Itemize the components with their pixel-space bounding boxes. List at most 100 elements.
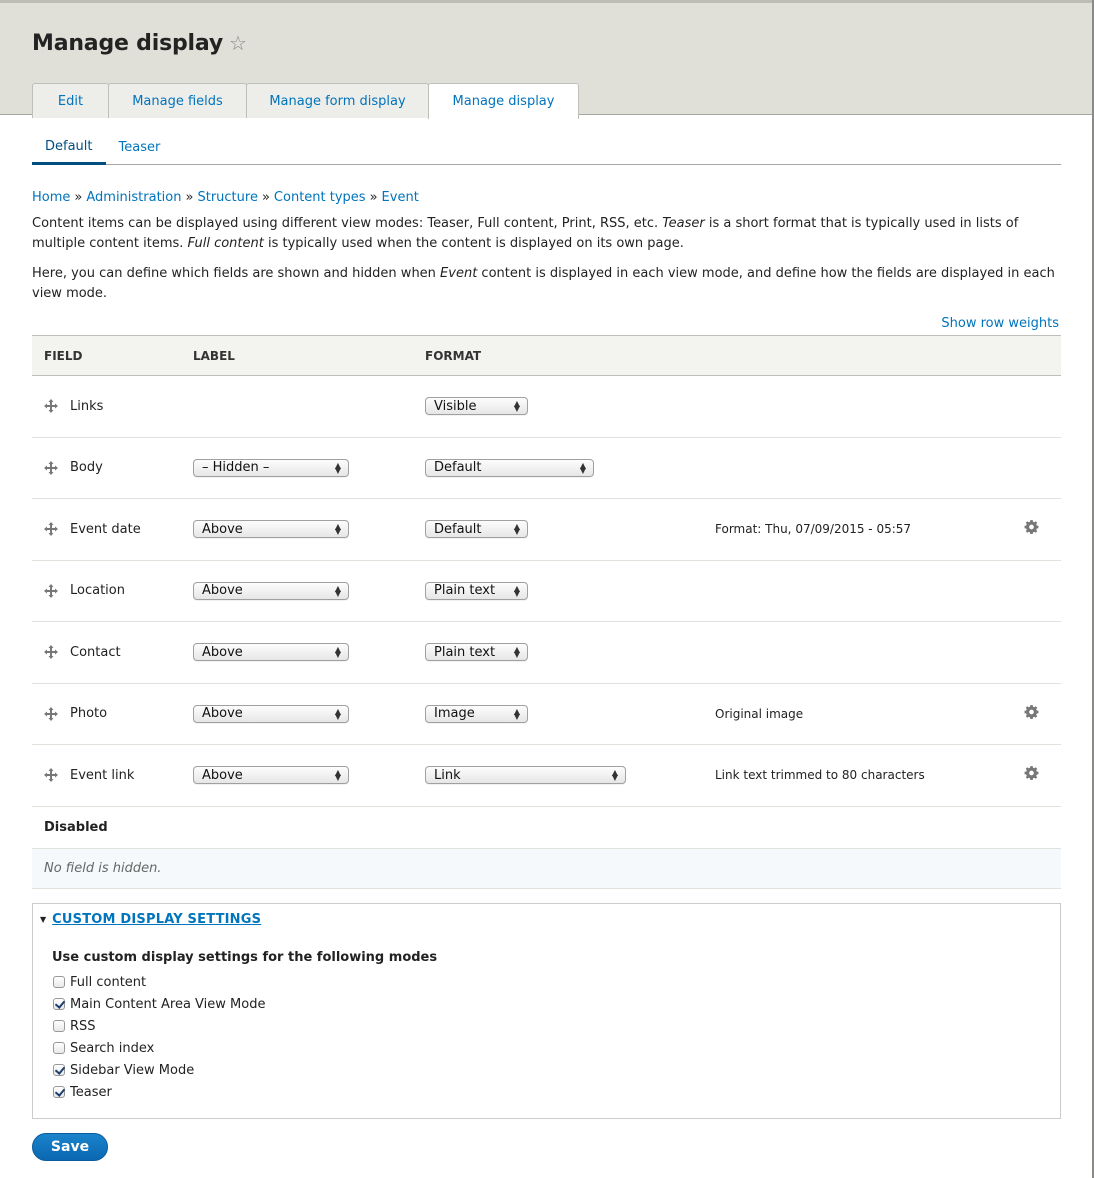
table-body: Links Visible ▲ ▼ Body – Hidden – ▲ ▼ Default ▲ ▼ E… bbox=[32, 376, 1061, 807]
triangle-down-icon: ▼ bbox=[40, 915, 47, 924]
table-row: Links Visible ▲ ▼ bbox=[32, 376, 1061, 438]
field-name: Location bbox=[70, 583, 125, 599]
view-mode-checkbox-item[interactable]: Sidebar View Mode bbox=[53, 1059, 265, 1081]
checkbox-checked[interactable] bbox=[53, 1086, 65, 1098]
label-select-value: Above bbox=[202, 521, 243, 537]
custom-display-settings-summary[interactable]: ▼ CUSTOM DISPLAY SETTINGS bbox=[40, 912, 261, 927]
breadcrumb-administration[interactable]: Administration bbox=[86, 190, 181, 205]
page-title: Manage display ☆ bbox=[32, 31, 247, 56]
breadcrumb-separator: » bbox=[369, 190, 378, 205]
drag-handle-icon[interactable] bbox=[32, 583, 70, 598]
formatter-summary: Format: Thu, 07/09/2015 - 05:57 bbox=[715, 522, 912, 537]
format-select-value: Default bbox=[434, 521, 482, 537]
field-display-table: FIELD LABEL FORMAT Links Visible ▲ ▼ Body – H… bbox=[32, 335, 1061, 889]
select-arrows-icon: ▲ ▼ bbox=[513, 645, 520, 660]
tab-manage-fields[interactable]: Manage fields bbox=[108, 83, 247, 118]
label-cell: Above ▲ ▼ bbox=[193, 766, 425, 785]
label-cell: – Hidden – ▲ ▼ bbox=[193, 458, 425, 477]
table-row: Event link Above ▲ ▼ Link ▲ ▼ Link text trimmed… bbox=[32, 745, 1061, 807]
label-select[interactable]: Above ▲ ▼ bbox=[193, 581, 349, 600]
format-select[interactable]: Plain text ▲ ▼ bbox=[425, 643, 528, 662]
select-arrows-icon: ▲ ▼ bbox=[334, 768, 341, 783]
view-mode-checkbox-item[interactable]: Teaser bbox=[53, 1081, 265, 1103]
formatter-summary: Link text trimmed to 80 characters bbox=[715, 768, 925, 783]
format-select[interactable]: Image ▲ ▼ bbox=[425, 704, 528, 723]
select-arrows-icon: ▲ ▼ bbox=[334, 460, 341, 475]
gear-icon[interactable] bbox=[1024, 520, 1039, 539]
breadcrumb-separator: » bbox=[261, 190, 270, 205]
format-select-value: Default bbox=[434, 460, 482, 476]
format-select[interactable]: Visible ▲ ▼ bbox=[425, 397, 528, 416]
custom-modes-title: Use custom display settings for the foll… bbox=[52, 950, 438, 965]
select-arrows-icon: ▲ ▼ bbox=[513, 522, 520, 537]
table-row: Body – Hidden – ▲ ▼ Default ▲ ▼ bbox=[32, 438, 1061, 499]
select-arrows-icon: ▲ ▼ bbox=[334, 583, 341, 598]
checkbox-unchecked[interactable] bbox=[53, 1020, 65, 1032]
format-cell: Plain text ▲ ▼ bbox=[425, 581, 715, 600]
field-name: Photo bbox=[70, 706, 108, 722]
field-name: Contact bbox=[70, 644, 121, 660]
select-arrows-icon: ▲ ▼ bbox=[579, 460, 586, 475]
disabled-region-empty: No field is hidden. bbox=[32, 848, 1061, 889]
label-select[interactable]: – Hidden – ▲ ▼ bbox=[193, 458, 349, 477]
star-outline-icon[interactable]: ☆ bbox=[229, 31, 247, 55]
breadcrumb-event[interactable]: Event bbox=[382, 190, 419, 205]
subtab-teaser[interactable]: Teaser bbox=[106, 130, 174, 164]
format-cell: Plain text ▲ ▼ bbox=[425, 643, 715, 662]
format-cell: Link ▲ ▼ bbox=[425, 766, 715, 785]
format-select[interactable]: Plain text ▲ ▼ bbox=[425, 581, 528, 600]
format-select-value: Plain text bbox=[434, 644, 496, 660]
drag-handle-icon[interactable] bbox=[32, 768, 70, 783]
label-select[interactable]: Above ▲ ▼ bbox=[193, 766, 349, 785]
breadcrumb-structure[interactable]: Structure bbox=[197, 190, 257, 205]
format-select-value: Plain text bbox=[434, 583, 496, 599]
checkbox-unchecked[interactable] bbox=[53, 976, 65, 988]
show-row-weights-link[interactable]: Show row weights bbox=[941, 316, 1059, 331]
column-header-field: FIELD bbox=[44, 348, 83, 363]
format-select-value: Visible bbox=[434, 398, 477, 414]
label-select-value: Above bbox=[202, 706, 243, 722]
tab-manage-form-display[interactable]: Manage form display bbox=[246, 83, 429, 118]
checkbox-checked[interactable] bbox=[53, 1064, 65, 1076]
view-mode-checkbox-item[interactable]: Full content bbox=[53, 971, 265, 993]
field-name: Event date bbox=[70, 521, 141, 537]
view-mode-checkbox-item[interactable]: RSS bbox=[53, 1015, 265, 1037]
label-cell: Above ▲ ▼ bbox=[193, 581, 425, 600]
drag-handle-icon[interactable] bbox=[32, 399, 70, 414]
save-button[interactable]: Save bbox=[32, 1133, 108, 1161]
gear-icon[interactable] bbox=[1024, 766, 1039, 785]
view-mode-checkbox-item[interactable]: Search index bbox=[53, 1037, 265, 1059]
table-row: Event date Above ▲ ▼ Default ▲ ▼ Format: Thu, 0… bbox=[32, 499, 1061, 561]
label-select[interactable]: Above ▲ ▼ bbox=[193, 643, 349, 662]
formatter-summary: Original image bbox=[715, 706, 804, 721]
drag-handle-icon[interactable] bbox=[32, 645, 70, 660]
format-select[interactable]: Link ▲ ▼ bbox=[425, 766, 626, 785]
drag-handle-icon[interactable] bbox=[32, 706, 70, 721]
gear-icon[interactable] bbox=[1024, 704, 1039, 723]
subtab-default[interactable]: Default bbox=[32, 130, 106, 165]
custom-display-settings-toggle[interactable]: CUSTOM DISPLAY SETTINGS bbox=[52, 912, 261, 927]
label-cell: Above ▲ ▼ bbox=[193, 704, 425, 723]
disabled-region-title: Disabled bbox=[32, 807, 1061, 849]
select-arrows-icon: ▲ ▼ bbox=[513, 583, 520, 598]
drag-handle-icon[interactable] bbox=[32, 460, 70, 475]
label-select[interactable]: Above ▲ ▼ bbox=[193, 704, 349, 723]
select-arrows-icon: ▲ ▼ bbox=[513, 706, 520, 721]
label-select[interactable]: Above ▲ ▼ bbox=[193, 520, 349, 539]
tab-manage-display[interactable]: Manage display bbox=[428, 83, 579, 119]
view-mode-checkbox-item[interactable]: Main Content Area View Mode bbox=[53, 993, 265, 1015]
table-row: Location Above ▲ ▼ Plain text ▲ ▼ bbox=[32, 561, 1061, 622]
format-select[interactable]: Default ▲ ▼ bbox=[425, 458, 594, 477]
label-select-value: Above bbox=[202, 644, 243, 660]
table-row: Photo Above ▲ ▼ Image ▲ ▼ Original image bbox=[32, 684, 1061, 745]
checkbox-checked[interactable] bbox=[53, 998, 65, 1010]
checkbox-unchecked[interactable] bbox=[53, 1042, 65, 1054]
breadcrumb-content-types[interactable]: Content types bbox=[274, 190, 366, 205]
format-select[interactable]: Default ▲ ▼ bbox=[425, 520, 528, 539]
breadcrumb: Home» Administration» Structure» Content ty… bbox=[32, 190, 419, 205]
view-mode-label: Teaser bbox=[70, 1084, 112, 1100]
tab-edit[interactable]: Edit bbox=[32, 83, 109, 118]
help-text-view-modes: Content items can be displayed using dif… bbox=[32, 216, 1019, 251]
drag-handle-icon[interactable] bbox=[32, 522, 70, 537]
breadcrumb-home[interactable]: Home bbox=[32, 190, 70, 205]
